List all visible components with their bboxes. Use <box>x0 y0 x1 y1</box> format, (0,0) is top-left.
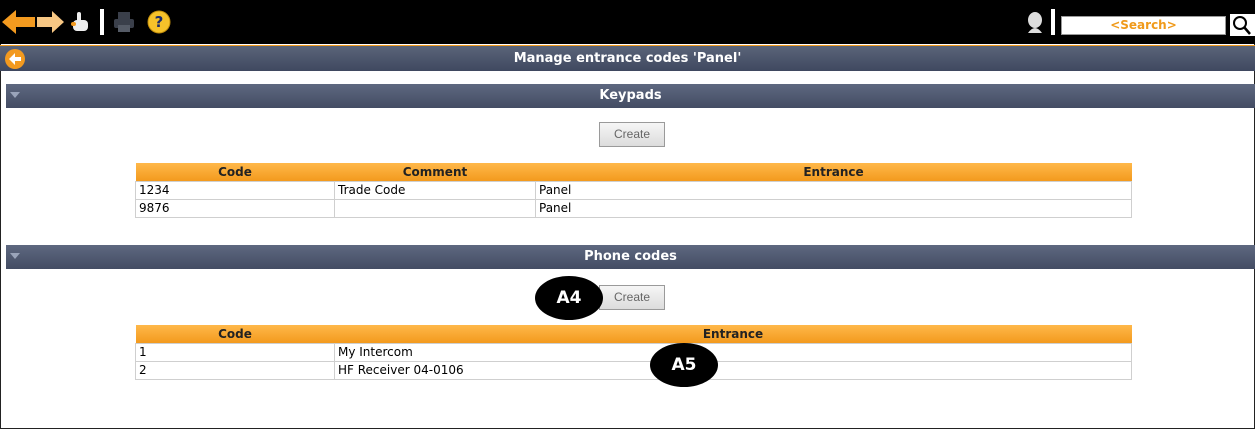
annotation-badge-a4: A4 <box>535 276 603 320</box>
keypads-create-button[interactable]: Create <box>599 122 665 147</box>
page-title: Manage entrance codes 'Panel' <box>513 51 742 66</box>
phone-codes-heading: Phone codes <box>584 249 677 264</box>
cell-code: 2 <box>135 360 335 380</box>
help-icon[interactable]: ? <box>147 10 171 34</box>
toolbar-separator <box>100 9 104 35</box>
search-input[interactable]: <Search> <box>1061 16 1226 35</box>
table-row[interactable]: 1234 Trade Code Panel <box>135 180 1132 200</box>
phone-codes-table: Code Entrance 1 My Intercom 2 HF Receive… <box>135 325 1132 380</box>
phone-codes-create-button[interactable]: Create <box>599 285 665 310</box>
search-button[interactable] <box>1230 14 1255 36</box>
table-row[interactable]: 1 My Intercom <box>135 342 1132 362</box>
cell-entrance: Panel <box>535 180 1132 200</box>
column-header-entrance[interactable]: Entrance <box>535 163 1132 181</box>
keypads-table: Code Comment Entrance 1234 Trade Code Pa… <box>135 163 1132 218</box>
column-header-code[interactable]: Code <box>135 325 335 343</box>
table-row[interactable]: 9876 Panel <box>135 198 1132 218</box>
page-title-bar: Manage entrance codes 'Panel' <box>0 45 1255 71</box>
search-icon <box>1233 16 1251 35</box>
svg-text:?: ? <box>155 13 164 31</box>
user-icon[interactable] <box>1024 11 1046 35</box>
phone-codes-section-header[interactable]: Phone codes <box>6 245 1255 269</box>
column-header-entrance[interactable]: Entrance <box>334 325 1132 343</box>
collapse-triangle-icon[interactable] <box>10 253 20 259</box>
cell-code: 1 <box>135 342 335 362</box>
cell-entrance: My Intercom <box>334 342 1132 362</box>
toolbar-separator <box>1051 9 1055 35</box>
collapse-triangle-icon[interactable] <box>10 92 20 98</box>
table-row[interactable]: 2 HF Receiver 04-0106 <box>135 360 1132 380</box>
keypads-section-header[interactable]: Keypads <box>6 84 1255 108</box>
cell-comment <box>334 198 536 218</box>
cell-entrance: Panel <box>535 198 1132 218</box>
hand-pointer-icon[interactable] <box>68 10 92 34</box>
annotation-badge-a5: A5 <box>650 343 718 387</box>
cell-comment: Trade Code <box>334 180 536 200</box>
column-header-comment[interactable]: Comment <box>334 163 536 181</box>
cell-code: 1234 <box>135 180 335 200</box>
cell-code: 9876 <box>135 198 335 218</box>
back-arrow-icon[interactable] <box>2 9 36 35</box>
forward-arrow-icon[interactable] <box>37 9 65 35</box>
printer-icon[interactable] <box>113 11 135 33</box>
keypads-heading: Keypads <box>599 88 662 103</box>
cell-entrance: HF Receiver 04-0106 <box>334 360 1132 380</box>
table-header-row: Code Comment Entrance <box>135 163 1132 181</box>
column-header-code[interactable]: Code <box>135 163 335 181</box>
top-toolbar: ? <Search> <box>0 0 1255 44</box>
table-header-row: Code Entrance <box>135 325 1132 343</box>
